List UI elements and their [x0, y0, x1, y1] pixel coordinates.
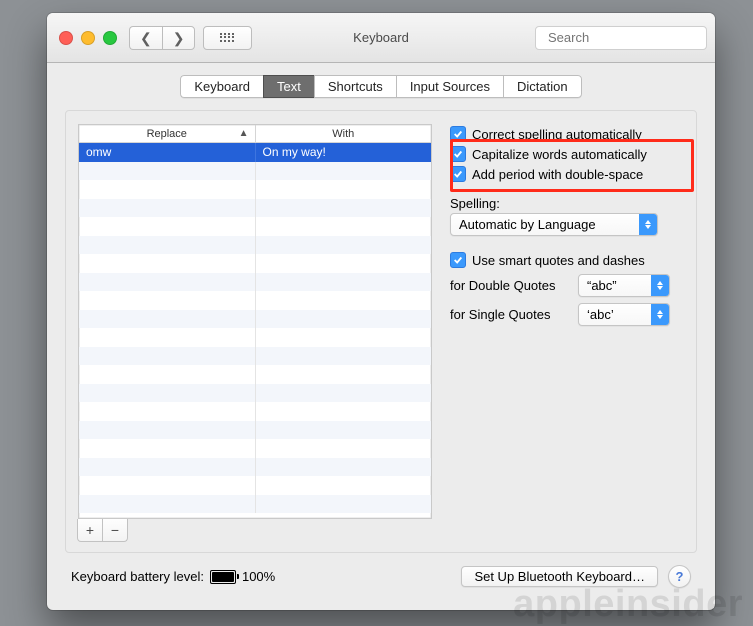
- show-all-button[interactable]: [203, 26, 252, 50]
- help-button[interactable]: ?: [668, 565, 691, 588]
- table-body: omw On my way!: [79, 143, 431, 518]
- table-row[interactable]: [79, 199, 431, 218]
- col-replace[interactable]: Replace ▲: [79, 125, 255, 142]
- double-quotes-line: for Double Quotes “abc”: [450, 274, 684, 297]
- correct-spelling-label: Correct spelling automatically: [472, 127, 642, 142]
- footer-right: Set Up Bluetooth Keyboard… ?: [461, 565, 691, 588]
- sort-caret-icon: ▲: [239, 128, 249, 139]
- minimize-icon[interactable]: [81, 31, 95, 45]
- text-panel: Replace ▲ With omw On my way!: [65, 110, 697, 553]
- search-field[interactable]: [535, 26, 707, 50]
- checkbox-icon: [450, 146, 466, 162]
- table-row[interactable]: [79, 476, 431, 495]
- col-replace-label: Replace: [147, 128, 187, 140]
- table-row[interactable]: [79, 495, 431, 514]
- add-button[interactable]: +: [77, 519, 103, 542]
- spelling-value: Automatic by Language: [459, 217, 596, 232]
- table-row[interactable]: [79, 384, 431, 403]
- table-row[interactable]: [79, 328, 431, 347]
- spelling-select[interactable]: Automatic by Language: [450, 213, 658, 236]
- replacements-table-wrap: Replace ▲ With omw On my way!: [78, 124, 432, 542]
- table-row[interactable]: [79, 365, 431, 384]
- tab-text[interactable]: Text: [263, 75, 314, 98]
- table-row[interactable]: [79, 458, 431, 477]
- options-group: Correct spelling automatically Capitaliz…: [450, 124, 684, 542]
- smart-quotes-checkbox[interactable]: Use smart quotes and dashes: [450, 252, 684, 268]
- table-row[interactable]: [79, 347, 431, 366]
- search-input[interactable]: [546, 29, 715, 46]
- tabbar: Keyboard Text Shortcuts Input Sources Di…: [65, 75, 697, 98]
- correct-spelling-checkbox[interactable]: Correct spelling automatically: [450, 126, 684, 142]
- table-row[interactable]: [79, 236, 431, 255]
- spelling-heading: Spelling:: [450, 196, 684, 211]
- tab-input-sources[interactable]: Input Sources: [396, 75, 503, 98]
- battery-percent: 100%: [242, 569, 275, 584]
- double-quotes-select[interactable]: “abc”: [578, 274, 670, 297]
- titlebar: ❮ ❯ Keyboard: [47, 13, 715, 63]
- cell-replace: omw: [79, 143, 255, 162]
- grid-icon: [220, 33, 235, 43]
- table-add-remove: + −: [77, 519, 432, 542]
- preferences-window: ❮ ❯ Keyboard Keyboard Text Shortcuts Inp…: [47, 13, 715, 610]
- double-quotes-value: “abc”: [587, 278, 617, 293]
- nav-buttons: ❮ ❯: [129, 26, 195, 50]
- single-quotes-value: ‘abc’: [587, 307, 614, 322]
- table-row[interactable]: [79, 180, 431, 199]
- table-row[interactable]: [79, 421, 431, 440]
- tab-dictation[interactable]: Dictation: [503, 75, 582, 98]
- period-checkbox[interactable]: Add period with double-space: [450, 166, 684, 182]
- double-quotes-label: for Double Quotes: [450, 278, 568, 293]
- tab-keyboard[interactable]: Keyboard: [180, 75, 263, 98]
- col-with[interactable]: With: [256, 125, 432, 142]
- table-row[interactable]: [79, 402, 431, 421]
- window-body: Keyboard Text Shortcuts Input Sources Di…: [47, 63, 715, 588]
- stepper-icon: [651, 304, 669, 325]
- battery-icon: [210, 570, 236, 584]
- tab-segmented-control: Keyboard Text Shortcuts Input Sources Di…: [180, 75, 581, 98]
- table-row[interactable]: [79, 217, 431, 236]
- battery-label: Keyboard battery level:: [71, 569, 204, 584]
- table-row[interactable]: [79, 439, 431, 458]
- table-header: Replace ▲ With: [79, 125, 431, 143]
- traffic-lights: [59, 31, 117, 45]
- cell-with: On my way!: [255, 143, 432, 162]
- checkbox-icon: [450, 252, 466, 268]
- table-row[interactable]: [79, 162, 431, 181]
- col-with-label: With: [332, 128, 354, 140]
- capitalize-label: Capitalize words automatically: [472, 147, 647, 162]
- tab-shortcuts[interactable]: Shortcuts: [314, 75, 396, 98]
- stepper-icon: [639, 214, 657, 235]
- forward-button[interactable]: ❯: [162, 26, 196, 50]
- table-row[interactable]: [79, 273, 431, 292]
- period-label: Add period with double-space: [472, 167, 643, 182]
- battery-status: Keyboard battery level: 100%: [71, 569, 275, 584]
- single-quotes-select[interactable]: ‘abc’: [578, 303, 670, 326]
- table-row[interactable]: [79, 291, 431, 310]
- back-button[interactable]: ❮: [129, 26, 162, 50]
- zoom-icon[interactable]: [103, 31, 117, 45]
- capitalize-checkbox[interactable]: Capitalize words automatically: [450, 146, 684, 162]
- remove-button[interactable]: −: [102, 519, 128, 542]
- replacements-table[interactable]: Replace ▲ With omw On my way!: [78, 124, 432, 519]
- checkbox-icon: [450, 166, 466, 182]
- checkbox-icon: [450, 126, 466, 142]
- table-row[interactable]: [79, 254, 431, 273]
- stepper-icon: [651, 275, 669, 296]
- footer: Keyboard battery level: 100% Set Up Blue…: [65, 553, 697, 588]
- single-quotes-label: for Single Quotes: [450, 307, 568, 322]
- smart-quotes-label: Use smart quotes and dashes: [472, 253, 645, 268]
- bluetooth-setup-button[interactable]: Set Up Bluetooth Keyboard…: [461, 566, 658, 587]
- close-icon[interactable]: [59, 31, 73, 45]
- table-row[interactable]: [79, 310, 431, 329]
- table-row[interactable]: omw On my way!: [79, 143, 431, 162]
- single-quotes-line: for Single Quotes ‘abc’: [450, 303, 684, 326]
